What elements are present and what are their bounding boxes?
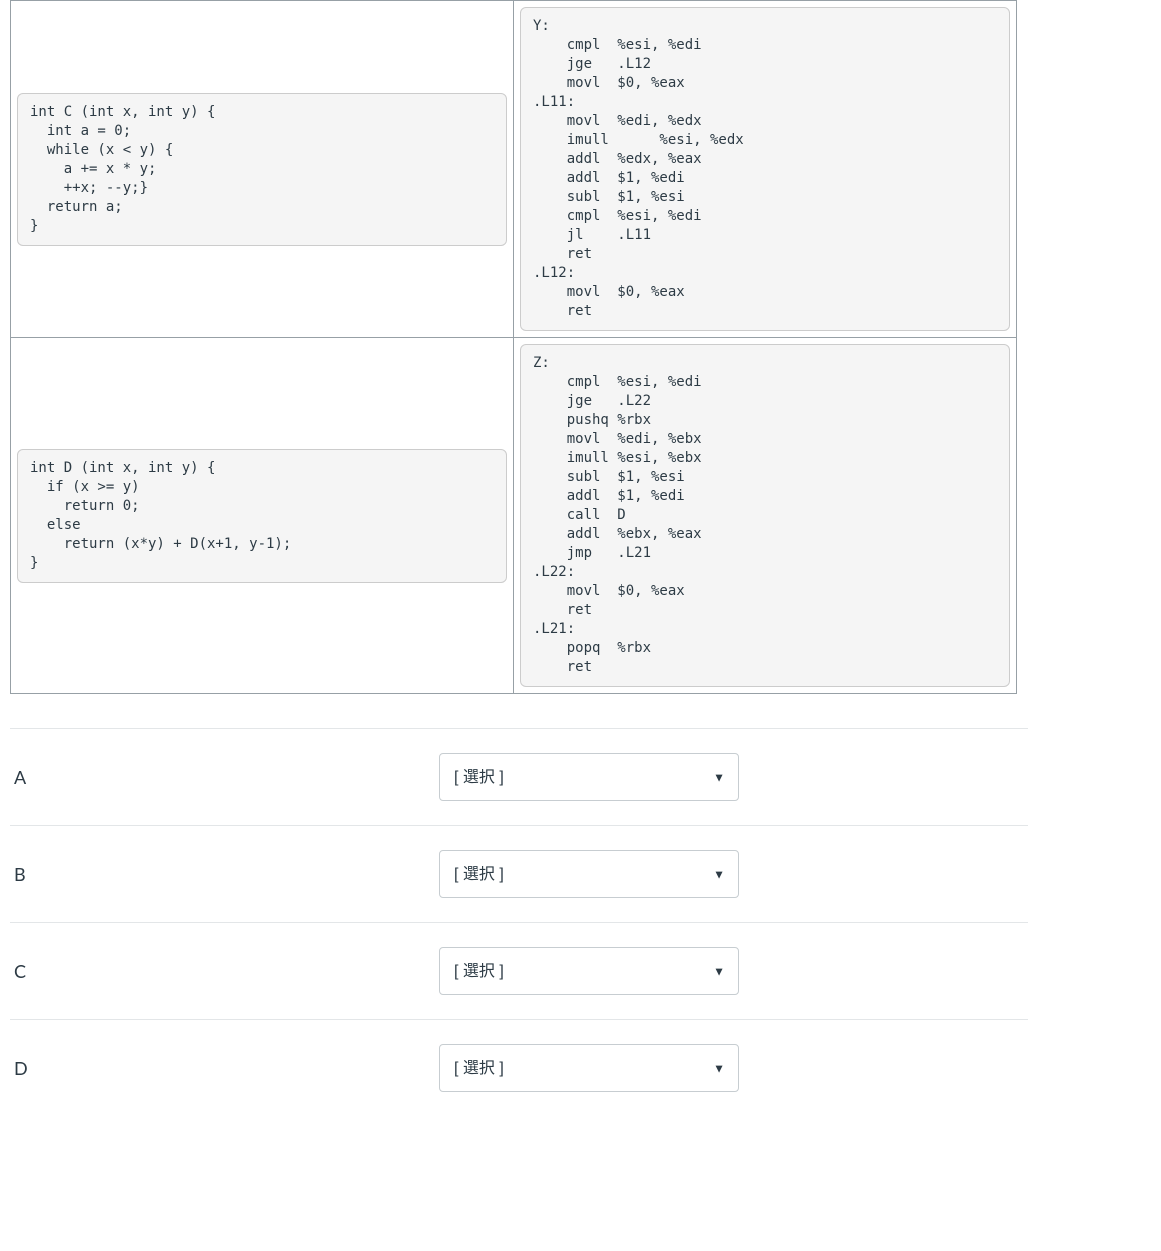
c-code-block: int D (int x, int y) { if (x >= y) retur… bbox=[17, 449, 507, 583]
answer-row-c: C [ 選択 ] ▼ bbox=[10, 922, 1028, 1019]
asm-code-block: Z: cmpl %esi, %edi jge .L22 pushq %rbx m… bbox=[520, 344, 1010, 687]
code-comparison-table: int C (int x, int y) { int a = 0; while … bbox=[10, 0, 1017, 694]
answer-label: A bbox=[14, 766, 419, 788]
answer-label: B bbox=[14, 863, 419, 885]
answer-label: D bbox=[14, 1057, 419, 1079]
answer-select-a[interactable]: [ 選択 ] bbox=[439, 753, 739, 801]
c-code-block: int C (int x, int y) { int a = 0; while … bbox=[17, 93, 507, 246]
asm-code-block: Y: cmpl %esi, %edi jge .L12 movl $0, %ea… bbox=[520, 7, 1010, 331]
answer-label: C bbox=[14, 960, 419, 982]
answer-select-d[interactable]: [ 選択 ] bbox=[439, 1044, 739, 1092]
answer-select-b[interactable]: [ 選択 ] bbox=[439, 850, 739, 898]
table-row: int C (int x, int y) { int a = 0; while … bbox=[11, 1, 1017, 338]
answer-row-b: B [ 選択 ] ▼ bbox=[10, 825, 1028, 922]
answer-section: A [ 選択 ] ▼ B [ 選択 ] ▼ C [ 選択 ] bbox=[10, 728, 1028, 1092]
answer-row-a: A [ 選択 ] ▼ bbox=[10, 728, 1028, 825]
answer-select-c[interactable]: [ 選択 ] bbox=[439, 947, 739, 995]
answer-row-d: D [ 選択 ] ▼ bbox=[10, 1019, 1028, 1092]
table-row: int D (int x, int y) { if (x >= y) retur… bbox=[11, 338, 1017, 694]
